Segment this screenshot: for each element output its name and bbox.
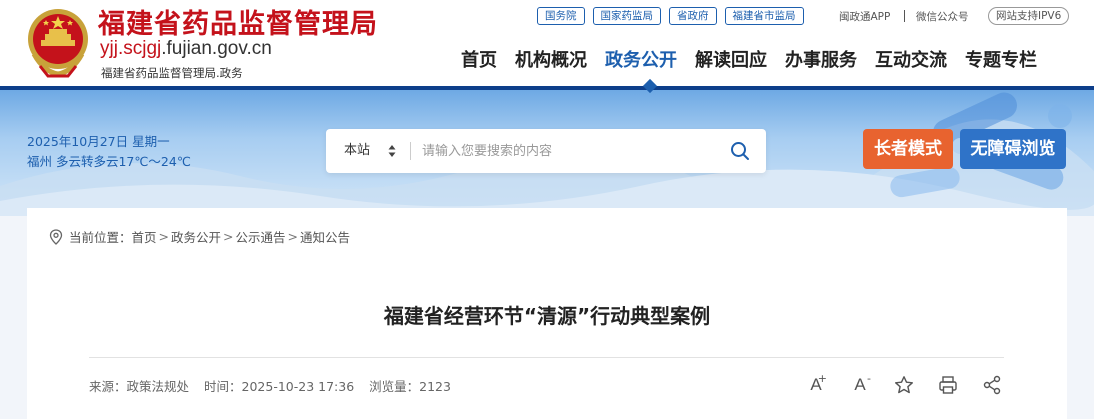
font-larger-icon[interactable]: A + — [803, 372, 829, 396]
domain-prefix: yjj.scjgj — [100, 38, 162, 59]
location-pin-icon — [49, 228, 63, 245]
article-title: 福建省经营环节“清源”行动典型案例 — [383, 304, 711, 328]
site-domain: yjj.scjgj.fujian.gov.cn — [100, 38, 272, 60]
ipv6-badge: 网站支持IPV6 — [988, 7, 1070, 25]
share-icon[interactable] — [979, 374, 1005, 396]
font-smaller-letter: A — [854, 375, 866, 394]
site-subtitle: 福建省药品监督管理局.政务 — [101, 66, 243, 80]
breadcrumb-notices[interactable]: 通知公告 — [300, 227, 350, 246]
star-glyph — [895, 376, 913, 394]
breadcrumb-separator: > — [223, 229, 234, 244]
print-glyph — [939, 376, 957, 394]
font-smaller-icon[interactable]: A - — [847, 372, 873, 396]
nav-gov-affairs[interactable]: 政务公开 — [596, 48, 686, 74]
search-divider — [410, 142, 411, 160]
share-glyph — [983, 375, 1001, 395]
article-tools: A + A - — [803, 372, 1005, 396]
chevron-updown-icon[interactable] — [387, 143, 397, 159]
top-links: 国务院 国家药监局 省政府 福建省市监局 — [537, 7, 804, 25]
weather-text: 福州 多云转多云17℃～24℃ — [27, 154, 191, 169]
site-title[interactable]: 福建省药品监督管理局 — [98, 2, 378, 41]
breadcrumb-home[interactable]: 首页 — [132, 227, 157, 246]
main-nav: 首页 机构概况 政务公开 解读回应 办事服务 互动交流 专题专栏 — [452, 48, 1046, 74]
breadcrumb-announcements[interactable]: 公示通告 — [236, 227, 286, 246]
search-icon[interactable] — [730, 141, 750, 161]
nav-interpretation[interactable]: 解读回应 — [686, 48, 776, 74]
search-scope-select[interactable]: 本站 — [344, 129, 370, 173]
toplink-province-gov[interactable]: 省政府 — [669, 7, 717, 25]
font-larger-sign: + — [817, 372, 827, 385]
search-input[interactable] — [422, 139, 712, 163]
font-smaller-sign: - — [867, 372, 871, 385]
app-link[interactable]: 闽政通APP — [839, 9, 890, 24]
article-meta: 来源：政策法规处 时间：2025-10-23 17:36 浏览量：2123 — [89, 376, 451, 395]
national-emblem-icon[interactable] — [24, 6, 92, 78]
breadcrumb: 当前位置： 首页 > 政务公开 > 公示通告 > 通知公告 — [49, 227, 350, 246]
breadcrumb-label: 当前位置： — [69, 230, 132, 245]
toplink-state-council[interactable]: 国务院 — [537, 7, 585, 25]
toplink-nmpa[interactable]: 国家药监局 — [592, 7, 661, 25]
breadcrumb-gov-affairs[interactable]: 政务公开 — [171, 227, 221, 246]
breadcrumb-separator: > — [287, 229, 299, 244]
toplink-market-supervision[interactable]: 福建省市监局 — [724, 7, 804, 25]
top-divider — [904, 10, 905, 22]
article-views: 浏览量：2123 — [369, 379, 451, 394]
article-card: 当前位置： 首页 > 政务公开 > 公示通告 > 通知公告 福建省经营环节“清源… — [27, 208, 1067, 419]
banner: 2025年10月27日 星期一 福州 多云转多云17℃～24℃ 本站 长者模式 … — [0, 86, 1094, 216]
print-icon[interactable] — [935, 374, 961, 396]
elder-mode-button[interactable]: 长者模式 — [863, 129, 953, 169]
nav-topics[interactable]: 专题专栏 — [956, 48, 1046, 74]
nav-home[interactable]: 首页 — [452, 48, 506, 74]
star-icon[interactable] — [891, 374, 917, 396]
nav-services[interactable]: 办事服务 — [776, 48, 866, 74]
accessible-browse-button[interactable]: 无障碍浏览 — [960, 129, 1066, 169]
search-box: 本站 — [326, 129, 766, 173]
article-time: 时间：2025-10-23 17:36 — [204, 379, 355, 394]
domain-suffix: .fujian.gov.cn — [161, 38, 272, 59]
nav-interaction[interactable]: 互动交流 — [866, 48, 956, 74]
article-source: 来源：政策法规处 — [89, 379, 190, 394]
wechat-link[interactable]: 微信公众号 — [916, 9, 969, 24]
site-header: 福建省药品监督管理局 yjj.scjgj.fujian.gov.cn 福建省药品… — [0, 0, 1094, 86]
title-divider — [89, 357, 1004, 358]
date-text: 2025年10月27日 星期一 — [27, 134, 170, 149]
nav-about[interactable]: 机构概况 — [506, 48, 596, 74]
breadcrumb-separator: > — [158, 229, 170, 244]
